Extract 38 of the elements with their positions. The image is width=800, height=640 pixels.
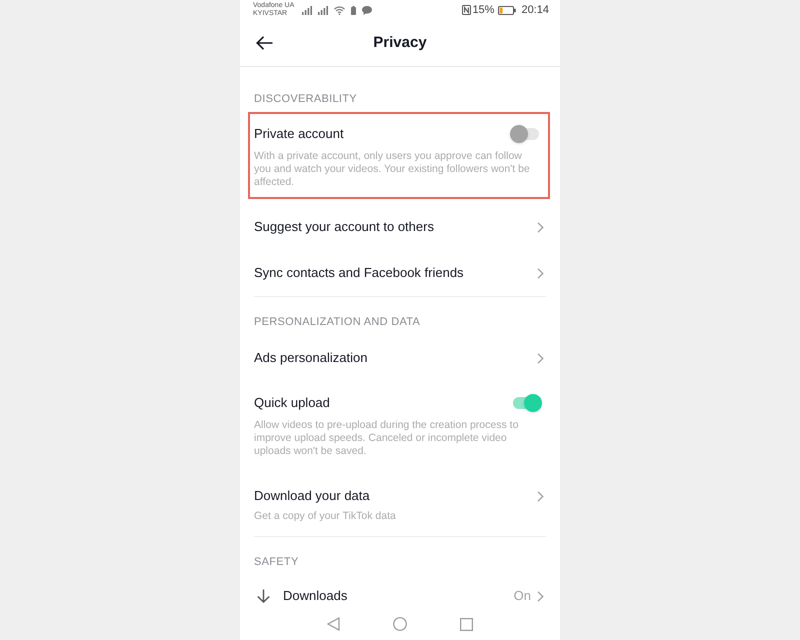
back-triangle-icon <box>327 617 340 631</box>
back-button[interactable] <box>256 36 273 50</box>
chevron-right-icon <box>537 590 544 602</box>
recents-nav-button[interactable] <box>460 618 473 630</box>
page-title: Privacy <box>373 32 427 53</box>
battery-icon <box>498 6 516 14</box>
setting-description: Allow videos to pre-upload during the creation process to improve upload speeds. Canceled or incomplete video uploads won't be saved. <box>254 419 520 458</box>
setting-label: Private account <box>254 125 344 143</box>
setting-value: On <box>514 587 531 605</box>
back-arrow-icon <box>256 36 273 50</box>
nfc-icon <box>462 5 472 15</box>
section-heading: SAFETY <box>254 555 299 569</box>
recents-square-icon <box>460 618 473 630</box>
chevron-right-icon <box>537 491 544 502</box>
menu-item[interactable]: Sync contacts and Facebook friends <box>254 252 544 294</box>
clock-time: 20:14 <box>521 4 549 16</box>
section-heading: PERSONALIZATION AND DATA <box>254 315 420 329</box>
back-nav-button[interactable] <box>327 617 340 631</box>
menu-item[interactable]: Downloads On <box>254 577 544 606</box>
home-nav-button[interactable] <box>393 617 407 631</box>
setting-label: Quick upload <box>254 394 330 412</box>
menu-item[interactable]: Download your data Get a copy of your TikTok data <box>254 475 544 534</box>
home-circle-icon <box>393 617 407 631</box>
message-bubble-icon <box>362 6 372 14</box>
chevron-right-icon <box>537 353 544 364</box>
chevron-right-icon <box>537 222 544 233</box>
chevron-right-icon <box>537 268 544 279</box>
battery-icon <box>351 6 356 14</box>
wifi-icon <box>334 6 346 14</box>
signal-icon <box>318 6 328 14</box>
battery-percent: 15% <box>472 4 494 16</box>
menu-item[interactable]: Ads personalization <box>254 337 544 379</box>
section-heading: DISCOVERABILITY <box>254 92 357 106</box>
download-arrow-icon <box>257 589 270 603</box>
signal-icon <box>302 6 312 14</box>
menu-item[interactable]: Suggest your account to others <box>254 206 544 248</box>
setting-description: With a private account, only users you approve can follow you and watch your videos. Your existing followers won't be affected. <box>254 150 531 189</box>
item-subtitle: Get a copy of your TikTok data <box>254 510 396 523</box>
